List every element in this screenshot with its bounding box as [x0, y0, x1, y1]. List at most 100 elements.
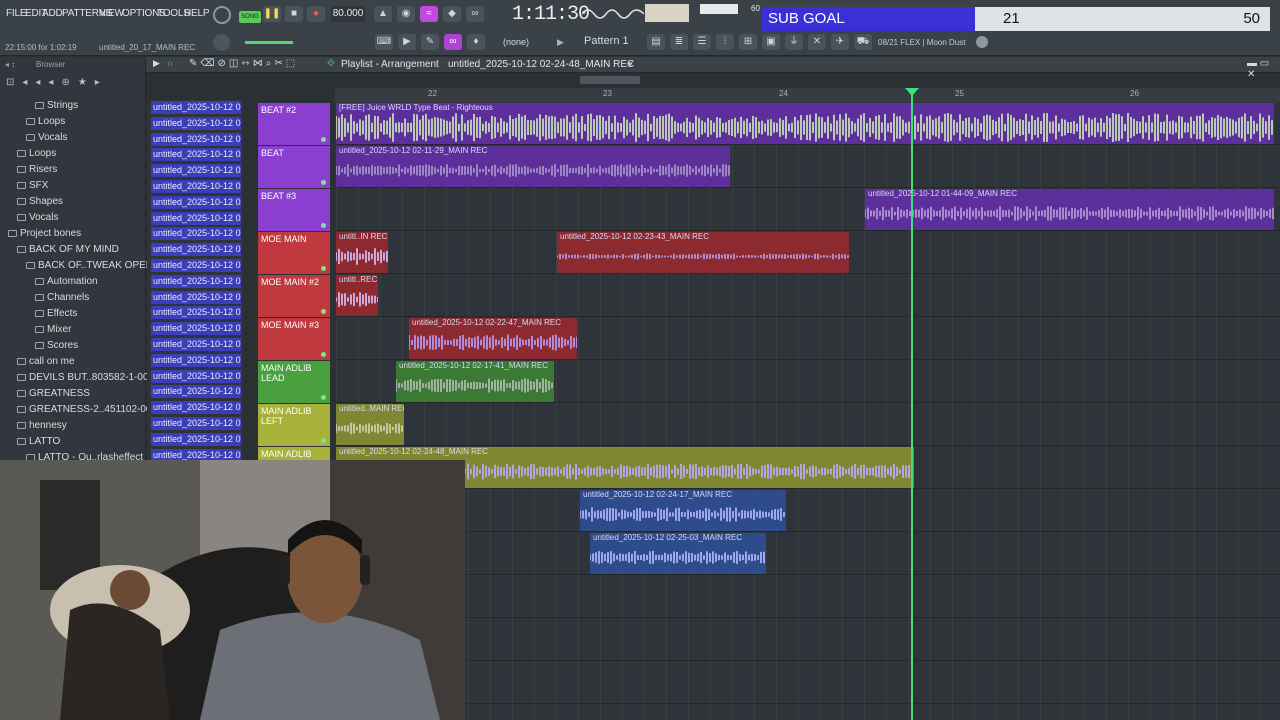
loop-record-icon[interactable]: ∞ [466, 6, 484, 22]
track-active-indicator[interactable] [321, 137, 326, 142]
clip-source-item[interactable]: untitled_2025-10-12 01- [151, 180, 241, 193]
menu-add[interactable]: ADD [42, 8, 63, 19]
record-button[interactable]: ● [307, 6, 325, 22]
step-edit-icon[interactable]: ◆ [443, 6, 461, 22]
clip-source-item[interactable]: untitled_2025-10-12 01- [151, 148, 241, 162]
tools-icon[interactable]: ✕ [808, 34, 826, 50]
clip-source-item[interactable]: untitled_2025-10-12 01- [151, 164, 241, 178]
tool-icons[interactable]: ✎⌫⊘◫⇿⋈⌕✂⬚ [189, 58, 298, 69]
master-volume-knob[interactable] [213, 34, 230, 51]
tempo-display[interactable]: 80.000 [331, 6, 365, 22]
browser-item[interactable]: Strings [35, 100, 78, 111]
clip-source-item[interactable]: untitled_2025-10-12 01- [151, 116, 241, 130]
audio-clip[interactable]: untitl..REC [336, 275, 378, 316]
snap-selector[interactable]: (none) [503, 37, 529, 47]
plug-icon[interactable]: ⏚ [785, 34, 803, 50]
pause-button[interactable]: ❚❚ [263, 6, 281, 22]
piano-roll-icon[interactable]: ≣ [670, 34, 688, 50]
browser-item[interactable]: BACK OF..TWEAK OPEN [26, 260, 153, 271]
playlist-icon[interactable]: ▤ [647, 34, 665, 50]
audio-clip[interactable]: untitled..MAIN REC [336, 404, 404, 445]
track-header[interactable]: BEAT #3 [258, 189, 330, 231]
clip-source-item[interactable]: untitled_2025-10-12 01- [151, 274, 241, 288]
song-mode-toggle[interactable]: SONG [239, 11, 261, 23]
clip-source-item[interactable]: untitled_2025-10-12 01- [151, 243, 241, 257]
link-icon[interactable]: ∞ [444, 34, 462, 50]
track-active-indicator[interactable] [321, 266, 326, 271]
mixer-icon[interactable]: ⫶ [716, 34, 734, 50]
clip-source-item[interactable]: untitled_2025-10-12 01- [151, 227, 241, 241]
audio-clip[interactable]: untitled_2025-10-12 02-22-47_MAIN REC [409, 318, 577, 359]
browser-item[interactable]: Vocals [26, 132, 67, 143]
browser-item[interactable]: Loops [26, 116, 65, 127]
clip-source-item[interactable]: untitled_2025-10-12 01- [151, 259, 241, 272]
clip-source-item[interactable]: untitled_2025-10-12 01- [151, 322, 241, 336]
browser-toolbar[interactable]: ⊡◂◂◂⊛★▸ [6, 77, 138, 93]
track-active-indicator[interactable] [321, 352, 326, 357]
clip-source-item[interactable]: untitled_2025-10-12 01- [151, 290, 241, 304]
clip-source-item[interactable]: untitled_2025-10-12 01- [151, 101, 241, 114]
audio-clip[interactable]: untitled_2025-10-12 02-25-03_MAIN REC [590, 533, 766, 574]
browser-item[interactable]: call on me [17, 356, 75, 367]
record-audio-icon[interactable]: ✈ [831, 34, 849, 50]
track-active-indicator[interactable] [321, 180, 326, 185]
track-active-indicator[interactable] [321, 223, 326, 228]
pencil-icon[interactable]: ✎ [421, 34, 439, 50]
browser-item[interactable]: Scores [35, 340, 78, 351]
clip-source-item[interactable]: untitled_2025-10-12 01- [151, 132, 241, 146]
clip-source-item[interactable]: untitled_2025-10-12 01- [151, 211, 241, 225]
clip-source-item[interactable]: untitled_2025-10-12 02- [151, 432, 241, 446]
clip-source-item[interactable]: untitled_2025-10-12 01- [151, 353, 241, 367]
clip-source-item[interactable]: untitled_2025-10-12 01- [151, 306, 241, 320]
pattern-selector[interactable]: Pattern 1 [584, 35, 629, 47]
browser-icon[interactable]: ⊞ [739, 34, 757, 50]
browser-item[interactable]: GREATNESS-2..451102-001 [17, 404, 157, 415]
clip-source-item[interactable]: untitled_2025-10-12 01- [151, 369, 241, 383]
audio-clip[interactable]: untitled_2025-10-12 02-23-43_MAIN REC [557, 232, 849, 273]
browser-item[interactable]: Shapes [17, 196, 63, 207]
window-controls-icon[interactable]: ▬ ▭ ✕ [1247, 58, 1280, 80]
play-arrow-icon[interactable]: ▶ [153, 58, 160, 69]
browser-item[interactable]: LATTO [17, 436, 60, 447]
horizontal-scrollbar[interactable] [580, 76, 640, 84]
metronome-icon[interactable]: ▲ [374, 6, 392, 22]
track-active-indicator[interactable] [321, 438, 326, 443]
menu-view[interactable]: VIEW [99, 8, 124, 19]
countdown-icon[interactable]: ≈ [420, 6, 438, 22]
browser-item[interactable]: Effects [35, 308, 77, 319]
browser-item[interactable]: Automation [35, 276, 98, 287]
track-active-indicator[interactable] [321, 309, 326, 314]
playhead-marker-icon[interactable] [905, 88, 919, 96]
audio-clip[interactable]: untitled_2025-10-12 02-17-41_MAIN REC [396, 361, 554, 402]
playlist-grid[interactable]: [FREE] Juice WRLD Type Beat - Righteous u… [336, 102, 1280, 720]
browser-item[interactable]: Loops [17, 148, 56, 159]
browser-item[interactable]: Vocals [17, 212, 58, 223]
audio-clip[interactable]: untitled_2025-10-12 01-44-09_MAIN REC [865, 189, 1274, 230]
arrow-icon[interactable]: ▶ [398, 34, 416, 50]
track-header[interactable]: MOE MAIN [258, 232, 330, 274]
browser-item[interactable]: hennesy [17, 420, 67, 431]
clip-source-item[interactable]: untitled_2025-10-12 02- [151, 417, 241, 430]
plugin-icon[interactable]: ▣ [762, 34, 780, 50]
browser-item[interactable]: DEVILS BUT..803582-1-001 [17, 372, 154, 383]
master-pitch-slider[interactable] [245, 41, 293, 44]
track-header[interactable]: BEAT [258, 146, 330, 188]
browser-item[interactable]: Risers [17, 164, 57, 175]
pattern-arrow-icon[interactable]: ▶ [557, 37, 564, 48]
clip-source-item[interactable]: untitled_2025-10-12 01- [151, 385, 241, 399]
menu-help[interactable]: HELP [184, 8, 210, 19]
track-active-indicator[interactable] [321, 395, 326, 400]
channel-rack-icon[interactable]: ☰ [693, 34, 711, 50]
track-header[interactable]: MAIN ADLIB LEFT [258, 404, 330, 446]
browser-nav-icon[interactable]: ◂ ↕ [5, 60, 15, 69]
wait-record-icon[interactable]: ◉ [397, 6, 415, 22]
browser-item[interactable]: Project bones [8, 228, 81, 239]
track-header[interactable]: BEAT #2 [258, 103, 330, 145]
shop-icon[interactable]: ⛟ [854, 34, 872, 50]
audio-clip[interactable]: untitled_2025-10-12 02-11-29_MAIN REC [336, 146, 730, 187]
audio-clip[interactable]: [FREE] Juice WRLD Type Beat - Righteous [336, 103, 1274, 144]
magnet-icon[interactable]: ∩ [167, 58, 173, 68]
browser-item[interactable]: SFX [17, 180, 48, 191]
dropdown-arrow-icon[interactable]: ▾ [628, 59, 633, 70]
track-header[interactable]: MOE MAIN #2 [258, 275, 330, 317]
